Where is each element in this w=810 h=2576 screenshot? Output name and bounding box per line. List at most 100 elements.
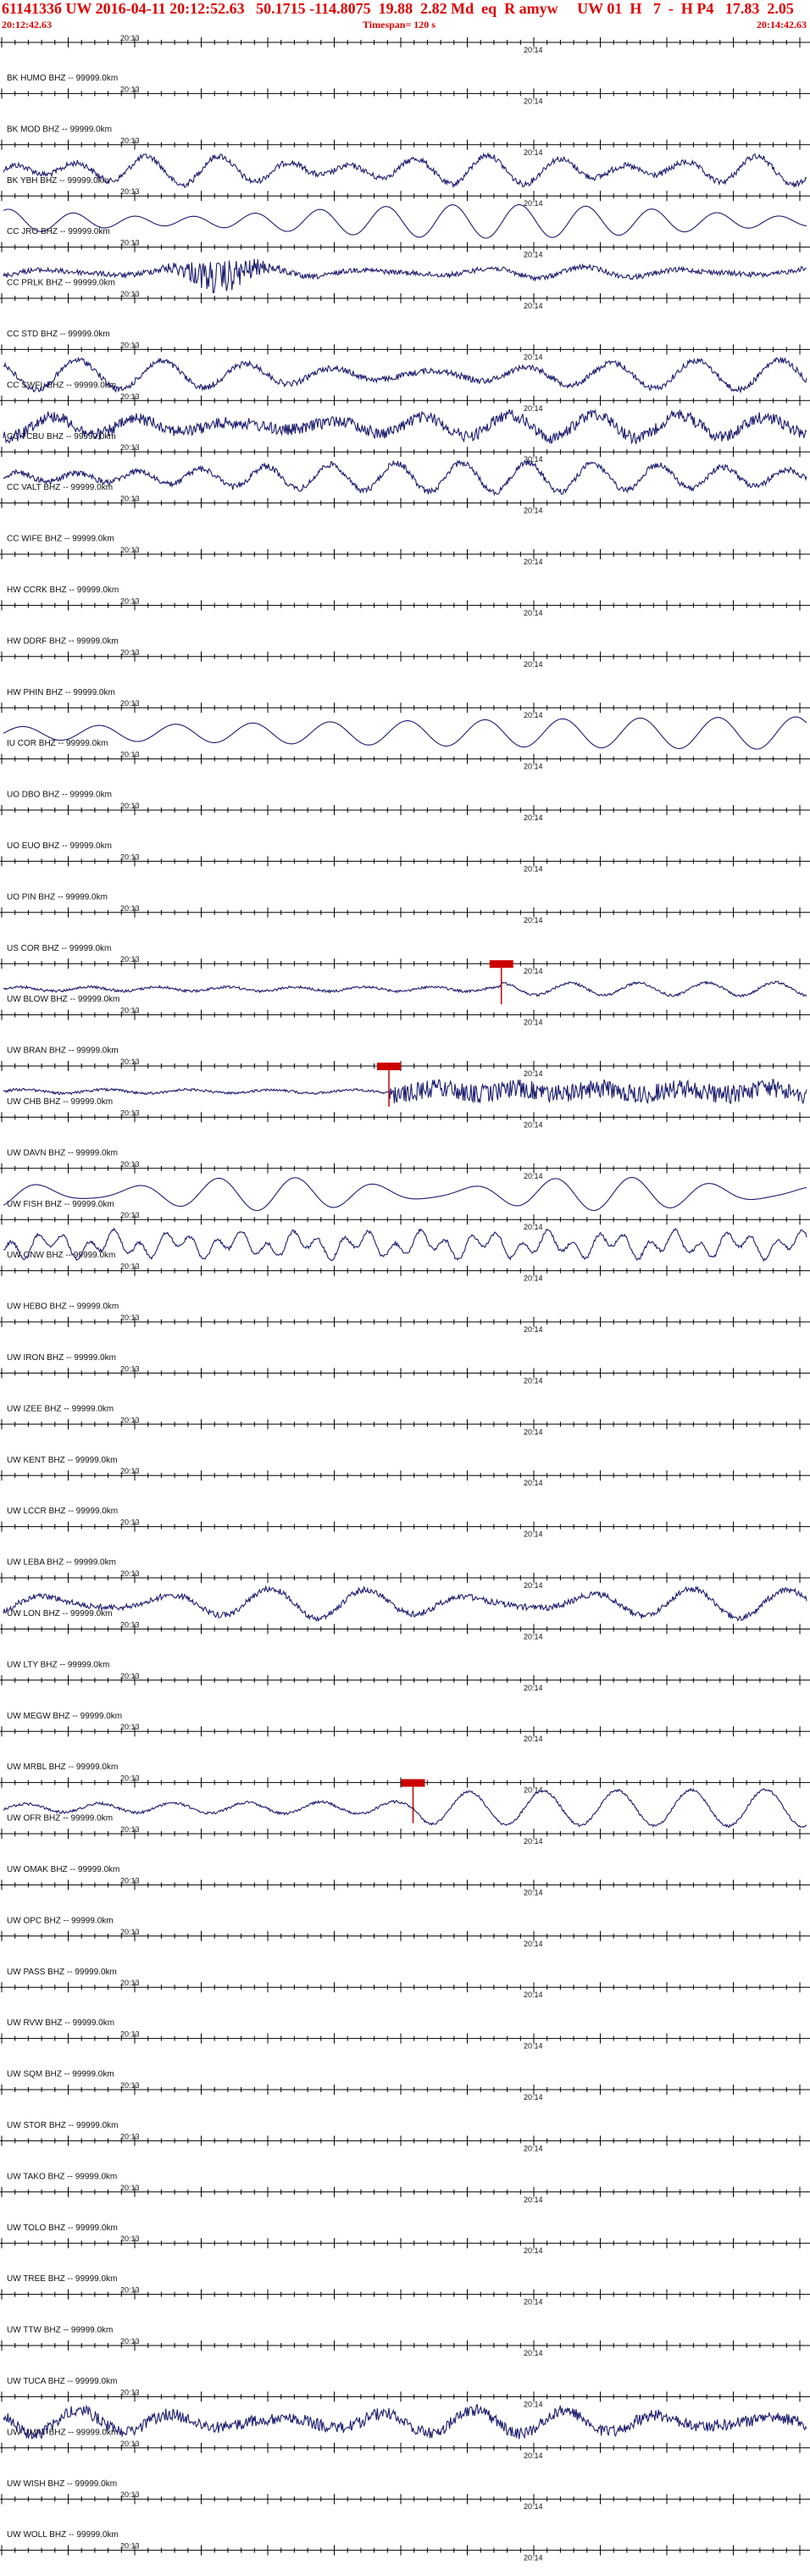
time-label-left: 20:13 xyxy=(120,1774,140,1783)
station-row: 20:13 20:14 UW SQM BHZ -- 99999.0km xyxy=(0,2030,810,2079)
time-label-left: 20:13 xyxy=(120,239,140,247)
station-row: 20:13 20:14 IU COR BHZ -- 99999.0km xyxy=(0,699,810,750)
time-label-right: 20:14 xyxy=(524,302,543,310)
time-label-right: 20:14 xyxy=(524,1632,543,1641)
time-label-right: 20:14 xyxy=(524,1581,543,1590)
waveform-trace xyxy=(3,459,807,497)
time-label-right: 20:14 xyxy=(524,1376,543,1385)
time-label-right: 20:14 xyxy=(524,2196,543,2204)
station-row: 20:13 20:14 UW LEBA BHZ -- 99999.0km xyxy=(0,1518,810,1568)
time-label-left: 20:13 xyxy=(120,904,140,913)
time-label-right: 20:14 xyxy=(524,507,543,515)
waveform-trace xyxy=(3,1227,807,1263)
time-label-right: 20:14 xyxy=(524,1428,543,1436)
station-label: UW TUCA BHZ -- 99999.0km xyxy=(7,2377,117,2386)
waveform-trace xyxy=(3,204,807,239)
station-label: US COR BHZ -- 99999.0km xyxy=(7,944,111,953)
pick-flag xyxy=(401,1779,425,1787)
time-label-left: 20:13 xyxy=(120,1569,140,1578)
time-label-left: 20:13 xyxy=(120,2542,140,2551)
time-label-left: 20:13 xyxy=(120,290,140,298)
time-label-right: 20:14 xyxy=(524,199,543,208)
time-label-left: 20:13 xyxy=(120,2388,140,2396)
station-row: 20:13 20:14 HW DDRF BHZ -- 99999.0km xyxy=(0,597,810,646)
station-label: UW HEBO BHZ -- 99999.0km xyxy=(7,1302,119,1312)
waveform-trace xyxy=(3,258,807,294)
time-label-left: 20:13 xyxy=(120,955,140,963)
time-label-right: 20:14 xyxy=(524,1735,543,1743)
time-label-left: 20:13 xyxy=(120,34,140,42)
time-label-left: 20:13 xyxy=(120,802,140,810)
station-row: 20:13 20:14 BK HUMO BHZ -- 99999.0km xyxy=(0,34,810,83)
time-label-right: 20:14 xyxy=(524,2298,543,2307)
pick-flag xyxy=(377,1063,402,1070)
station-row: 20:13 20:14 UW BRAN BHZ -- 99999.0km xyxy=(0,1007,810,1056)
station-label: CC PRLK BHZ -- 99999.0km xyxy=(7,279,115,288)
waveform-trace xyxy=(3,1177,807,1212)
time-label-right: 20:14 xyxy=(524,2144,543,2152)
station-label: UW WOLL BHZ -- 99999.0km xyxy=(7,2530,119,2540)
station-label: UW WISH BHZ -- 99999.0km xyxy=(7,2479,117,2489)
station-row: 20:13 20:14 UW TREE BHZ -- 99999.0km xyxy=(0,2235,810,2284)
time-label-left: 20:13 xyxy=(120,2184,140,2192)
station-label: BK MOD BHZ -- 99999.0km xyxy=(7,125,112,134)
station-row: 20:13 20:14 UW BLOW BHZ -- 99999.0km xyxy=(0,955,810,1005)
station-row: 20:1320:14UW GNW BHZ -- 99999.0km xyxy=(0,1211,810,1263)
time-label-right: 20:14 xyxy=(524,1019,543,1027)
station-label: CC WIFE BHZ -- 99999.0km xyxy=(7,535,114,544)
station-label: HW CCRK BHZ -- 99999.0km xyxy=(7,586,119,595)
time-label-left: 20:13 xyxy=(120,699,140,708)
time-label-right: 20:14 xyxy=(524,2400,543,2408)
time-label-left: 20:13 xyxy=(120,2440,140,2448)
time-label-left: 20:13 xyxy=(120,546,140,554)
time-label-right: 20:14 xyxy=(524,404,543,413)
station-label: UW BRAN BHZ -- 99999.0km xyxy=(7,1046,119,1056)
time-label-right: 20:14 xyxy=(524,1069,543,1078)
station-row: 20:13 20:14 UW KENT BHZ -- 99999.0km xyxy=(0,1416,810,1465)
station-row: 20:13 20:14 US COR BHZ -- 99999.0km xyxy=(0,904,810,953)
time-label-right: 20:14 xyxy=(524,608,543,617)
time-label-left: 20:13 xyxy=(120,852,140,861)
time-label-left: 20:13 xyxy=(120,2132,140,2140)
station-label: UO EUO BHZ -- 99999.0km xyxy=(7,841,112,851)
station-row: 20:13 20:14 UW WOLL BHZ -- 99999.0km xyxy=(0,2490,810,2540)
station-row: 20:13 20:14 UW LCCR BHZ -- 99999.0km xyxy=(0,1467,810,1516)
station-row: 20:13 20:14 UW TOLO BHZ -- 99999.0km xyxy=(0,2184,810,2233)
time-label-right: 20:14 xyxy=(524,813,543,822)
time-label-right: 20:14 xyxy=(524,1940,543,1948)
station-label: UW MRBL BHZ -- 99999.0km xyxy=(7,1763,118,1772)
time-label-right: 20:14 xyxy=(524,1120,543,1129)
station-row: 20:13 20:14 UW TAKO BHZ -- 99999.0km xyxy=(0,2132,810,2181)
station-label: UW LTY BHZ -- 99999.0km xyxy=(7,1660,109,1669)
time-label-left: 20:13 xyxy=(120,1364,140,1373)
station-row: 20:1320:14CC VALT BHZ -- 99999.0km xyxy=(0,443,810,497)
station-row: 20:13 20:14 BK YBH BHZ -- 99999.0km xyxy=(0,136,810,189)
station-row: 20:1320:14UW OFR BHZ -- 99999.0km xyxy=(0,1774,810,1829)
station-label: BK HUMO BHZ -- 99999.0km xyxy=(7,74,118,83)
station-label: CC JRO BHZ -- 99999.0km xyxy=(7,227,110,236)
station-label: UW OFR BHZ -- 99999.0km xyxy=(7,1814,113,1824)
time-label-right: 20:14 xyxy=(524,916,543,924)
time-label-left: 20:13 xyxy=(120,1058,140,1066)
station-label: UO DBO BHZ -- 99999.0km xyxy=(7,791,112,800)
station-row: 20:1320:14CC TCBU BHZ -- 99999.0km xyxy=(0,392,810,445)
station-row: 20:13 20:14 UW FISH BHZ -- 99999.0km xyxy=(0,1160,810,1212)
station-label: BK YBH BHZ -- 99999.0km xyxy=(7,176,109,186)
waveform-trace xyxy=(3,980,807,998)
time-label-right: 20:14 xyxy=(524,1530,543,1539)
station-row: 20:13 20:14 UW OMAK BHZ -- 99999.0km xyxy=(0,1825,810,1874)
station-label: UW BLOW BHZ -- 99999.0km xyxy=(7,995,119,1004)
time-label-left: 20:13 xyxy=(120,443,140,452)
station-label: UW TREE BHZ -- 99999.0km xyxy=(7,2274,117,2284)
station-label: UW LCCR BHZ -- 99999.0km xyxy=(7,1507,118,1516)
time-label-left: 20:13 xyxy=(120,1620,140,1629)
time-label-left: 20:13 xyxy=(120,1160,140,1169)
waveform-trace xyxy=(3,2403,807,2440)
waveform-trace xyxy=(3,1787,807,1829)
time-label-left: 20:13 xyxy=(120,1723,140,1731)
station-row: 20:13 20:14 UW PASS BHZ -- 99999.0km xyxy=(0,1928,810,1977)
time-label-left: 20:13 xyxy=(120,1928,140,1936)
time-label-left: 20:13 xyxy=(120,2030,140,2039)
station-row: 20:13 20:14 CC JRO BHZ -- 99999.0km xyxy=(0,187,810,239)
station-label: UW TOLO BHZ -- 99999.0km xyxy=(7,2223,118,2233)
